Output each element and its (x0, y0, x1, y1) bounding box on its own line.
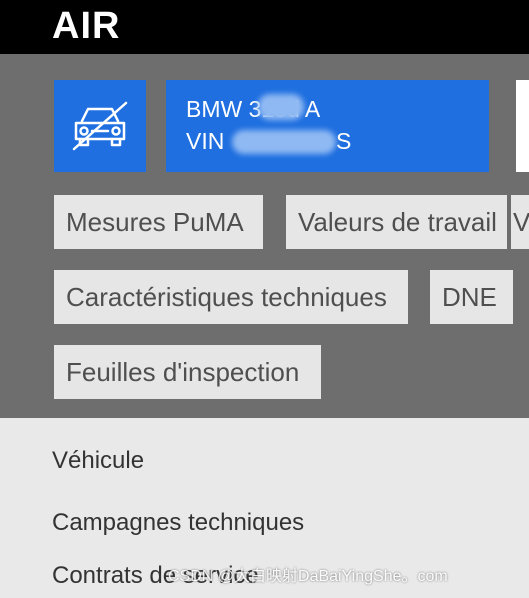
vehicle-vin-end: S (336, 128, 352, 154)
menu-item-campagnes-techniques[interactable]: Campagnes techniques (52, 508, 304, 538)
chip-truncated[interactable]: V (511, 195, 529, 249)
menu-item-vehicule[interactable]: Véhicule (52, 446, 144, 476)
chip-caracteristiques-techniques[interactable]: Caractéristiques techniques (54, 270, 408, 324)
chip-mesures-puma[interactable]: Mesures PuMA (54, 195, 263, 249)
chip-valeurs-de-travail[interactable]: Valeurs de travail (286, 195, 507, 249)
vehicle-info-card[interactable]: BMW 318d A VIN S (166, 80, 489, 172)
vehicle-vin-label: VIN (186, 128, 225, 154)
side-panel-edge (516, 80, 529, 172)
chip-dne[interactable]: DNE (430, 270, 513, 324)
chip-feuilles-inspection[interactable]: Feuilles d'inspection (54, 345, 321, 399)
redaction-blur (258, 94, 304, 120)
top-bar: AIR (0, 0, 529, 54)
app-logo: AIR (52, 5, 121, 47)
car-icon (72, 101, 128, 151)
vehicle-icon-button[interactable] (54, 80, 146, 172)
vin-redaction-blur (232, 130, 336, 154)
watermark: CSDN @大白映射DaBaiYingShe。com (168, 568, 448, 585)
